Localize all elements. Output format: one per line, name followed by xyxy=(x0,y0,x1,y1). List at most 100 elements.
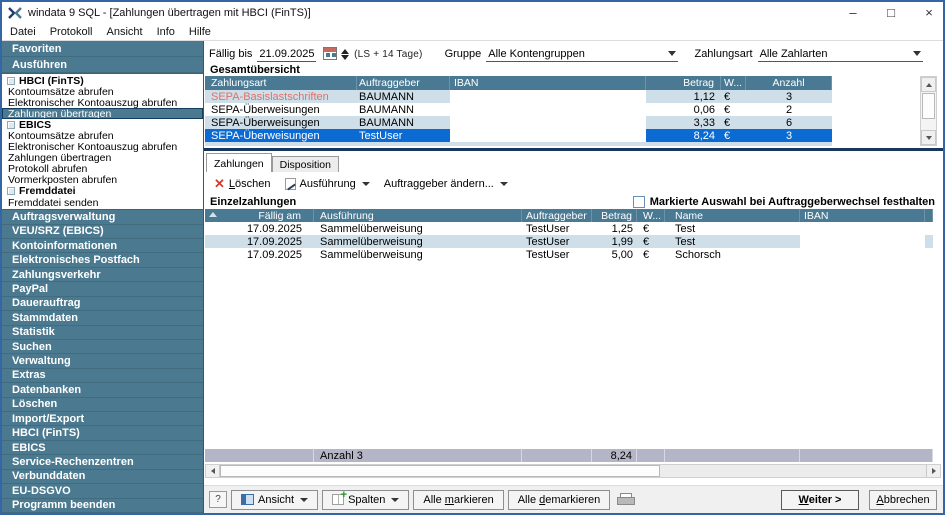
calendar-icon[interactable] xyxy=(323,47,337,60)
festhalten-checkbox-group[interactable]: Markierte Auswahl bei Auftraggeberwechse… xyxy=(633,196,935,208)
spinner-down-icon[interactable] xyxy=(341,55,349,60)
sidebar-item-extras[interactable]: Extras xyxy=(2,369,203,383)
col-name[interactable]: Name xyxy=(665,209,800,222)
col-waehrung[interactable]: W... xyxy=(637,209,665,222)
maximize-icon[interactable]: □ xyxy=(883,2,899,24)
ausfuehrung-button[interactable]: Ausführung xyxy=(281,177,374,191)
scroll-down-icon[interactable] xyxy=(921,130,936,145)
sidebar-item-zahlungen-uebertragen-ebics[interactable]: Zahlungen übertragen xyxy=(2,153,203,164)
zahlungsart-select[interactable]: Alle Zahlarten xyxy=(758,47,923,62)
printer-icon[interactable] xyxy=(617,493,633,506)
menu-ansicht[interactable]: Ansicht xyxy=(106,26,142,38)
sidebar-item-ausfuehren[interactable]: Ausführen xyxy=(2,57,203,73)
sidebar-item-ebics[interactable]: EBICS xyxy=(2,441,203,455)
scrollbar-thumb[interactable] xyxy=(922,93,935,119)
menu-datei[interactable]: Datei xyxy=(10,26,36,38)
sidebar-item-statistik[interactable]: Statistik xyxy=(2,326,203,340)
pane-splitter[interactable] xyxy=(204,148,943,151)
sidebar-item-verbunddaten[interactable]: Verbunddaten xyxy=(2,470,203,484)
festhalten-checkbox-label: Markierte Auswahl bei Auftraggeberwechse… xyxy=(650,196,935,208)
sidebar-item-dauerauftrag[interactable]: Dauerauftrag xyxy=(2,297,203,311)
col-iban[interactable]: IBAN xyxy=(450,76,646,90)
sidebar-item-paypal[interactable]: PayPal xyxy=(2,282,203,296)
table-row[interactable]: SEPA-Überweisungen BAUMANN 0,06 € 2 xyxy=(205,103,832,116)
sidebar-item-favoriten[interactable]: Favoriten xyxy=(2,41,203,57)
sidebar-item-import-export[interactable]: Import/Export xyxy=(2,412,203,426)
sidebar-item-protokoll-abrufen[interactable]: Protokoll abrufen xyxy=(2,164,203,175)
col-betrag[interactable]: Betrag xyxy=(646,76,721,90)
table-row-highlighted[interactable]: 17.09.2025 Sammelüberweisung TestUser 1,… xyxy=(205,235,933,248)
sidebar-item-loeschen[interactable]: Löschen xyxy=(2,398,203,412)
sidebar-item-eu-dsgvo[interactable]: EU-DSGVO xyxy=(2,484,203,498)
table-row-selected[interactable]: SEPA-Überweisungen TestUser 8,24 € 3 xyxy=(205,129,832,142)
col-betrag[interactable]: Betrag xyxy=(592,209,637,222)
sidebar-item-zahlungsverkehr[interactable]: Zahlungsverkehr xyxy=(2,268,203,282)
sidebar-item-kontoumsaetze-ebics[interactable]: Kontoumsätze abrufen xyxy=(2,130,203,141)
payments-header-row: Fällig am Ausführung Auftraggeber Betrag… xyxy=(205,209,933,222)
col-waehrung[interactable]: W... xyxy=(721,76,746,90)
menu-protokoll[interactable]: Protokoll xyxy=(50,26,93,38)
abbrechen-button[interactable]: Abbrechen xyxy=(869,490,937,510)
loeschen-button[interactable]: ✕ Löschen xyxy=(210,177,275,191)
col-faellig-am[interactable]: Fällig am xyxy=(205,209,314,222)
sidebar-item-stammdaten[interactable]: Stammdaten xyxy=(2,311,203,325)
columns-plus-icon xyxy=(332,494,344,505)
table-row[interactable]: SEPA-Basislastschriften BAUMANN 1,12 € 3 xyxy=(205,90,832,103)
sidebar-item-kontoumsaetze-hbci[interactable]: Kontoumsätze abrufen xyxy=(2,86,203,97)
scroll-right-icon[interactable] xyxy=(926,465,940,477)
menu-hilfe[interactable]: Hilfe xyxy=(189,26,211,38)
sidebar-item-auftragsverwaltung[interactable]: Auftragsverwaltung xyxy=(2,210,203,224)
table-row[interactable]: SEPA-Überweisungen BAUMANN 3,33 € 6 xyxy=(205,116,832,129)
sidebar-group-fremddatei[interactable]: Fremddatei xyxy=(2,186,203,197)
tab-zahlungen[interactable]: Zahlungen xyxy=(206,153,272,172)
close-icon[interactable]: × xyxy=(921,2,937,24)
scroll-left-icon[interactable] xyxy=(206,465,220,477)
col-ausfuehrung[interactable]: Ausführung xyxy=(314,209,522,222)
festhalten-checkbox[interactable] xyxy=(633,196,645,208)
ansicht-button[interactable]: Ansicht xyxy=(231,490,318,510)
sidebar-item-service-rechenzentren[interactable]: Service-Rechenzentren xyxy=(2,455,203,469)
col-anzahl[interactable]: Anzahl xyxy=(746,76,832,90)
sidebar-group-hbci[interactable]: HBCI (FinTS) xyxy=(2,75,203,86)
kontengruppen-select[interactable]: Alle Kontengruppen xyxy=(486,47,678,62)
auftraggeber-aendern-button[interactable]: Auftraggeber ändern... xyxy=(380,177,512,191)
sidebar-group-ebics[interactable]: EBICS xyxy=(2,119,203,130)
col-auftraggeber[interactable]: Auftraggeber xyxy=(522,209,592,222)
weiter-button[interactable]: Weiter > xyxy=(781,490,859,510)
sidebar-item-fremddatei-senden[interactable]: Fremddatei senden xyxy=(2,197,203,208)
minimize-icon[interactable]: – xyxy=(845,2,861,24)
scroll-up-icon[interactable] xyxy=(921,77,936,92)
horizontal-scrollbar[interactable] xyxy=(205,464,941,478)
due-date-field[interactable]: 21.09.2025 xyxy=(257,47,316,62)
sidebar-item-vormerkposten-abrufen[interactable]: Vormerkposten abrufen xyxy=(2,175,203,186)
alle-markieren-button[interactable]: Alle markieren xyxy=(413,490,503,510)
sidebar-item-suchen[interactable]: Suchen xyxy=(2,340,203,354)
overview-vertical-scrollbar[interactable] xyxy=(920,76,937,146)
table-row[interactable]: 17.09.2025 Sammelüberweisung TestUser 5,… xyxy=(205,248,933,261)
sidebar-item-kontoauszug-ebics[interactable]: Elektronischer Kontoauszug abrufen xyxy=(2,142,203,153)
col-auftraggeber[interactable]: Auftraggeber xyxy=(357,76,450,90)
sidebar-item-hbci-fints[interactable]: HBCI (FinTS) xyxy=(2,426,203,440)
help-button[interactable]: ? xyxy=(209,491,227,508)
spinner-up-icon[interactable] xyxy=(341,49,349,54)
sidebar-item-kontoinformationen[interactable]: Kontoinformationen xyxy=(2,239,203,253)
sidebar-item-elektronisches-postfach[interactable]: Elektronisches Postfach xyxy=(2,253,203,267)
date-spinner[interactable] xyxy=(341,49,349,60)
sidebar-item-verwaltung[interactable]: Verwaltung xyxy=(2,354,203,368)
scrollbar-thumb[interactable] xyxy=(220,465,660,477)
sidebar-item-datenbanken[interactable]: Datenbanken xyxy=(2,383,203,397)
table-row[interactable]: 17.09.2025 Sammelüberweisung TestUser 1,… xyxy=(205,222,933,235)
spalten-button[interactable]: Spalten xyxy=(322,490,409,510)
menu-info[interactable]: Info xyxy=(157,26,175,38)
sort-ascending-icon xyxy=(209,212,217,217)
alle-demarkieren-button[interactable]: Alle demarkieren xyxy=(508,490,611,510)
col-iban[interactable]: IBAN xyxy=(800,209,925,222)
tab-disposition[interactable]: Disposition xyxy=(272,156,339,172)
title-bar: windata 9 SQL - [Zahlungen übertragen mi… xyxy=(2,2,943,24)
col-zahlungsart[interactable]: Zahlungsart xyxy=(205,76,357,90)
sidebar-item-zahlungen-uebertragen-hbci[interactable]: Zahlungen übertragen xyxy=(2,108,203,119)
sidebar-item-programm-beenden[interactable]: Programm beenden xyxy=(2,499,203,513)
sidebar-item-veu-srz[interactable]: VEU/SRZ (EBICS) xyxy=(2,225,203,239)
sidebar-item-kontoauszug-hbci[interactable]: Elektronischer Kontoauszug abrufen xyxy=(2,97,203,108)
menu-bar: Datei Protokoll Ansicht Info Hilfe xyxy=(2,24,943,41)
